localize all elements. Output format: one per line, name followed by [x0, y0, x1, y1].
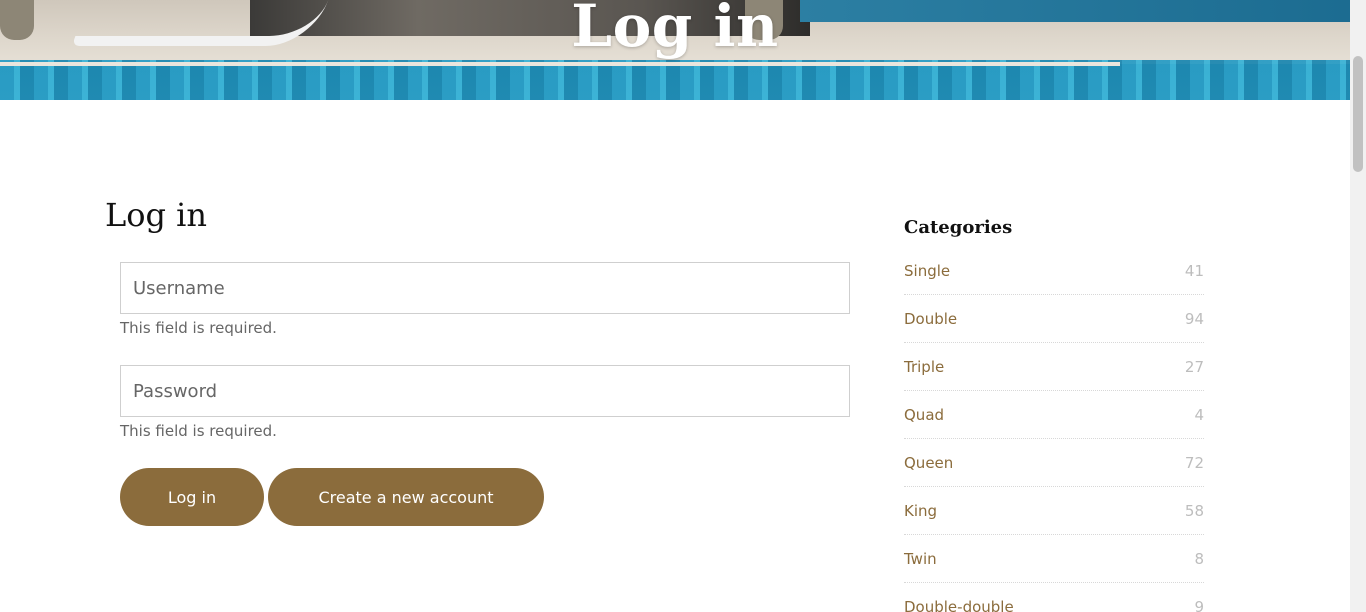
scrollbar-thumb[interactable]: [1353, 56, 1363, 172]
category-count: 27: [1184, 357, 1204, 376]
username-field[interactable]: [120, 262, 850, 314]
category-link[interactable]: Single: [904, 262, 950, 280]
category-item[interactable]: Double 94: [904, 295, 1204, 343]
category-link[interactable]: Double: [904, 310, 957, 328]
category-link[interactable]: Double-double: [904, 598, 1014, 612]
username-required-hint: This field is required.: [120, 319, 277, 337]
password-required-hint: This field is required.: [120, 422, 277, 440]
category-count: 58: [1184, 501, 1204, 520]
category-count: 72: [1184, 453, 1204, 472]
login-button[interactable]: Log in: [120, 468, 264, 526]
page-title: Log in: [105, 196, 208, 234]
category-link[interactable]: Quad: [904, 406, 944, 424]
category-item[interactable]: Queen 72: [904, 439, 1204, 487]
categories-list: Single 41 Double 94 Triple 27 Quad 4 Que…: [904, 247, 1204, 612]
hero-pool: [0, 60, 1350, 100]
hero-pool-edge: [0, 62, 1120, 66]
category-count: 9: [1194, 597, 1204, 612]
category-count: 8: [1194, 549, 1204, 568]
category-count: 94: [1184, 309, 1204, 328]
create-account-button[interactable]: Create a new account: [268, 468, 544, 526]
category-item[interactable]: Triple 27: [904, 343, 1204, 391]
category-link[interactable]: Twin: [904, 550, 937, 568]
category-count: 4: [1194, 405, 1204, 424]
category-item[interactable]: King 58: [904, 487, 1204, 535]
category-item[interactable]: Twin 8: [904, 535, 1204, 583]
categories-heading: Categories: [904, 217, 1013, 238]
category-link[interactable]: Queen: [904, 454, 953, 472]
category-link[interactable]: King: [904, 502, 937, 520]
page-scrollbar[interactable]: [1350, 0, 1366, 612]
category-link[interactable]: Triple: [904, 358, 944, 376]
category-item[interactable]: Double-double 9: [904, 583, 1204, 612]
category-count: 41: [1184, 261, 1204, 280]
hero-title: Log in: [571, 0, 779, 60]
hero-banner: Log in: [0, 0, 1350, 100]
category-item[interactable]: Quad 4: [904, 391, 1204, 439]
password-field[interactable]: [120, 365, 850, 417]
category-item[interactable]: Single 41: [904, 247, 1204, 295]
